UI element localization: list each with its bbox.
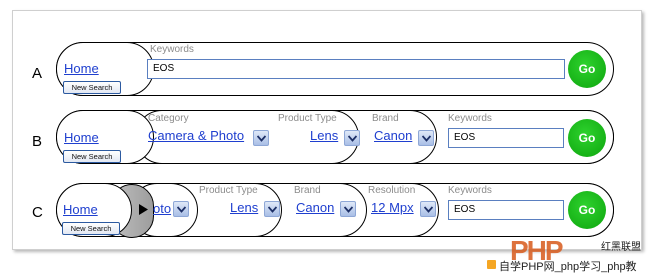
- home-link-c[interactable]: Home: [63, 202, 98, 217]
- brand-label-b: Brand: [372, 113, 399, 124]
- chevron-down-icon: [268, 206, 277, 213]
- chevron-down-icon: [422, 135, 431, 142]
- product-type-dropdown-c[interactable]: [264, 201, 280, 217]
- resolution-dropdown-c[interactable]: [420, 201, 436, 217]
- keywords-input-a[interactable]: EOS: [147, 59, 565, 79]
- brand-dropdown-c[interactable]: [340, 201, 356, 217]
- row-label-a: A: [32, 65, 43, 82]
- resolution-label-c: Resolution: [368, 185, 416, 196]
- product-type-value-c[interactable]: Lens: [230, 200, 258, 215]
- keywords-label-b: Keywords: [448, 113, 492, 124]
- go-button-b[interactable]: Go: [568, 119, 606, 157]
- category-dropdown-b[interactable]: [253, 130, 269, 146]
- chevron-down-icon: [424, 206, 433, 213]
- new-search-button-a[interactable]: New Search: [63, 81, 121, 94]
- chevron-down-icon: [344, 206, 353, 213]
- product-type-value-b[interactable]: Lens: [310, 128, 338, 143]
- go-button-c[interactable]: Go: [568, 191, 606, 229]
- triangle-right-icon[interactable]: [139, 204, 149, 215]
- row-label-b: B: [32, 133, 43, 150]
- resolution-value-c[interactable]: 12 Mpx: [371, 200, 414, 215]
- keywords-label-a: Keywords: [150, 44, 194, 55]
- product-type-label-b: Product Type: [278, 113, 337, 124]
- home-link-a[interactable]: Home: [64, 61, 99, 76]
- category-dropdown-c[interactable]: [173, 201, 189, 217]
- chevron-down-icon: [177, 206, 186, 213]
- chevron-down-icon: [257, 135, 266, 142]
- product-type-label-c: Product Type: [199, 185, 258, 196]
- brand-label-c: Brand: [294, 185, 321, 196]
- new-search-button-c[interactable]: New Search: [62, 222, 120, 235]
- keywords-label-c: Keywords: [448, 185, 492, 196]
- keywords-input-b[interactable]: EOS: [448, 128, 564, 148]
- brand-value-b[interactable]: Canon: [374, 128, 412, 143]
- category-label-b: Category: [148, 113, 189, 124]
- new-search-button-b[interactable]: New Search: [63, 150, 121, 163]
- brand-dropdown-b[interactable]: [418, 130, 434, 146]
- row-label-c: C: [32, 204, 43, 221]
- keywords-input-c[interactable]: EOS: [448, 200, 564, 220]
- brand-value-c[interactable]: Canon: [296, 200, 334, 215]
- category-value-c[interactable]: oto: [153, 201, 171, 216]
- watermark-icon: [487, 260, 496, 269]
- go-button-a[interactable]: Go: [568, 50, 606, 88]
- watermark-text: 自学PHP网_php学习_php教: [499, 261, 637, 273]
- category-value-b[interactable]: Camera & Photo: [148, 128, 244, 143]
- watermark-tagline: 红黑联盟: [601, 242, 641, 253]
- home-link-b[interactable]: Home: [64, 130, 99, 145]
- chevron-down-icon: [348, 135, 357, 142]
- product-type-dropdown-b[interactable]: [344, 130, 360, 146]
